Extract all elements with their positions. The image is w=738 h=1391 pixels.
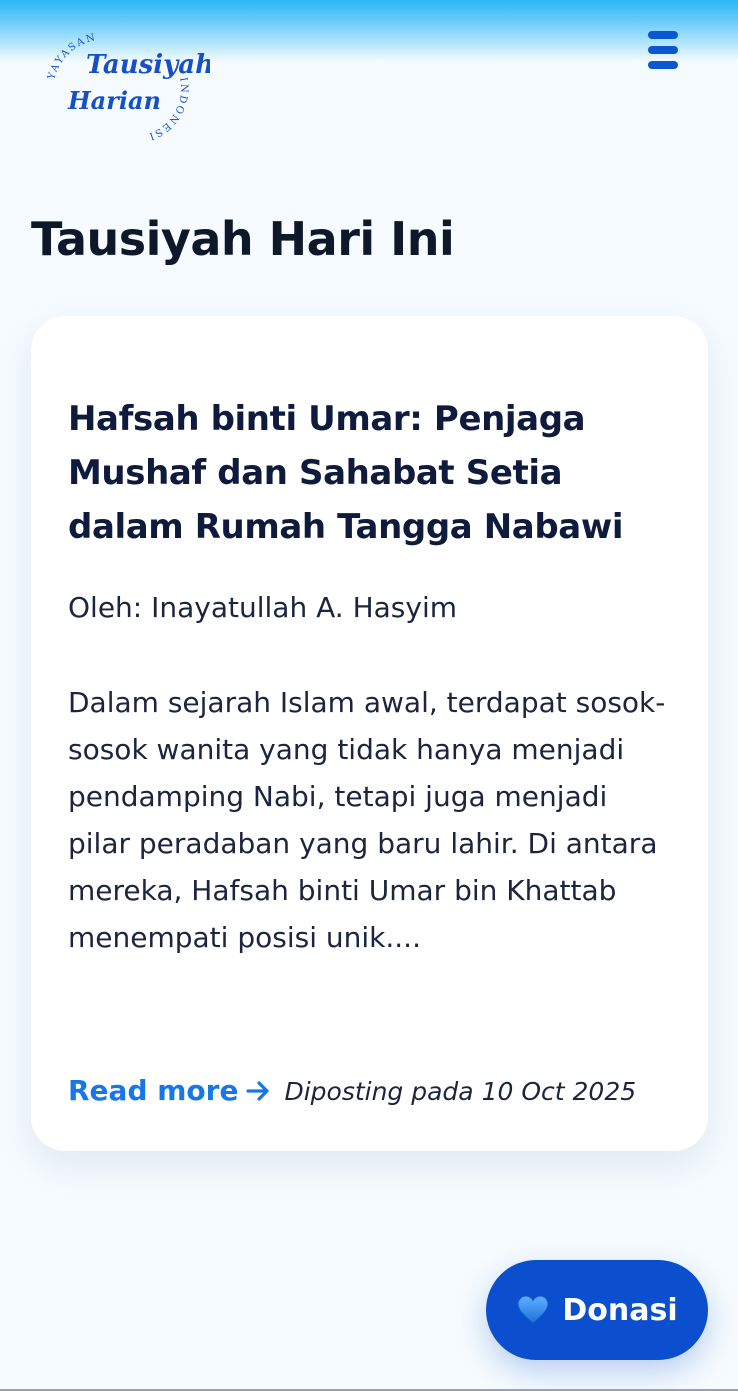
- read-more-label: Read more: [68, 1074, 239, 1107]
- read-more-link[interactable]: Read more: [68, 1074, 272, 1107]
- menu-bar: [648, 46, 678, 54]
- blue-heart-icon: [517, 1295, 549, 1324]
- menu-bar: [648, 61, 678, 69]
- logo-line1: Tausiyah: [86, 50, 210, 80]
- hamburger-menu-icon[interactable]: [645, 28, 681, 72]
- logo-line2: Harian: [67, 86, 161, 115]
- page: YAYASAN Tausiyah Harian INDONESIA Tausiy…: [0, 0, 738, 1391]
- svg-text:INDONESIA: INDONESIA: [40, 28, 189, 142]
- arrow-right-icon: [246, 1080, 270, 1101]
- page-title: Tausiyah Hari Ini: [31, 212, 455, 266]
- logo-arc-side-text: INDONESIA: [40, 28, 187, 142]
- post-title[interactable]: Hafsah binti Umar: Penjaga Mushaf dan Sa…: [68, 392, 668, 554]
- post-author: Oleh: Inayatullah A. Hasyim: [68, 591, 457, 624]
- donate-button[interactable]: Donasi: [486, 1260, 708, 1360]
- post-date: Diposting pada 10 Oct 2025: [284, 1077, 637, 1106]
- post-excerpt: Dalam sejarah Islam awal, terdapat sosok…: [68, 686, 666, 954]
- post-card: Hafsah binti Umar: Penjaga Mushaf dan Sa…: [31, 316, 708, 1151]
- post-meta-row: Read more Diposting pada 10 Oct 2025: [68, 1074, 678, 1107]
- menu-bar: [648, 31, 678, 39]
- donate-label: Donasi: [562, 1292, 678, 1328]
- site-logo[interactable]: YAYASAN Tausiyah Harian INDONESIA: [40, 28, 210, 143]
